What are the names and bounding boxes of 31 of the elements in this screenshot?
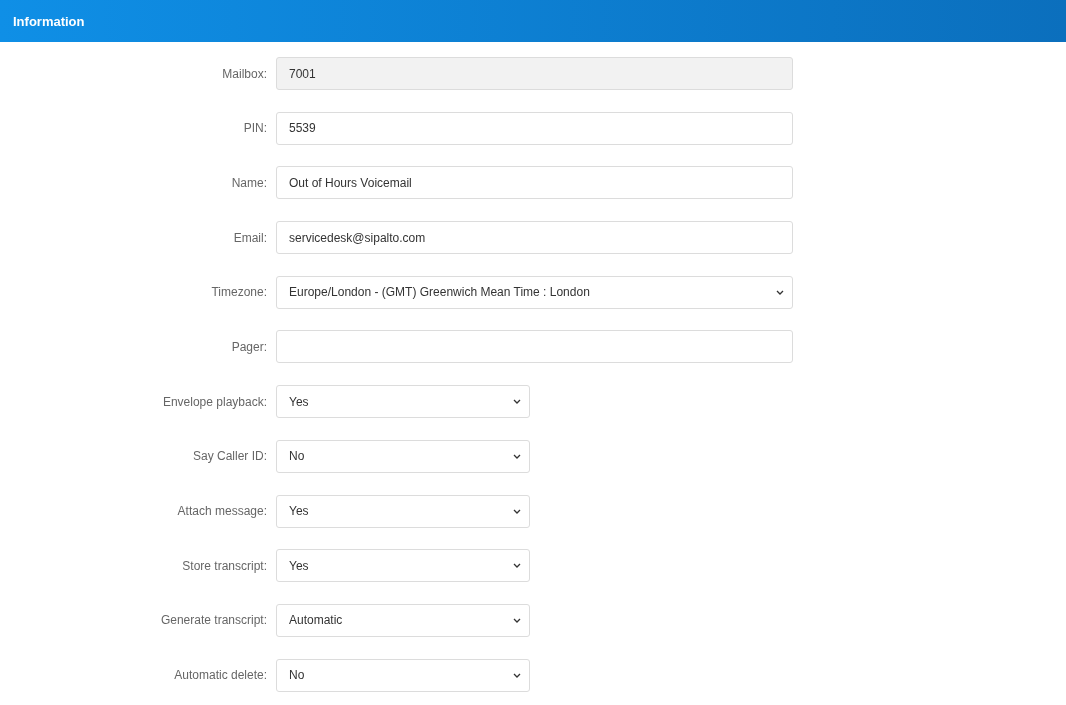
dropdown[interactable]: No	[276, 658, 530, 692]
field-label: Email:	[232, 230, 267, 245]
chevron-down-icon	[513, 563, 521, 569]
field-label: Name:	[230, 175, 267, 190]
chevron-down-icon	[513, 453, 521, 459]
dropdown[interactable]: Yes	[276, 494, 530, 528]
field-label: Timezone:	[210, 285, 267, 300]
chevron-down-icon	[513, 672, 521, 678]
field-label: Generate transcript:	[159, 613, 267, 628]
text-field[interactable]: Out of Hours Voicemail	[276, 166, 793, 200]
chevron-down-icon	[513, 508, 521, 514]
text-field[interactable]: 5539	[276, 111, 793, 145]
field-label: Mailbox:	[221, 66, 267, 81]
dropdown[interactable]: Yes	[276, 385, 530, 419]
chevron-down-icon	[513, 399, 521, 405]
dropdown[interactable]: Yes	[276, 549, 530, 583]
chevron-down-icon	[776, 289, 784, 295]
dropdown[interactable]: Europe/London - (GMT) Greenwich Mean Time : London	[276, 275, 793, 309]
field-label: PIN:	[242, 121, 267, 136]
text-field[interactable]: servicedesk@sipalto.com	[276, 221, 793, 255]
dropdown[interactable]: Automatic	[276, 603, 530, 637]
chevron-down-icon	[513, 617, 521, 623]
dropdown[interactable]: No	[276, 439, 530, 473]
field-label: Say Caller ID:	[191, 449, 267, 464]
text-field[interactable]	[276, 330, 793, 364]
header-title: Information	[13, 13, 85, 29]
field-label: Store transcript:	[181, 558, 267, 573]
field-label: Envelope playback:	[161, 394, 267, 409]
field-label: Automatic delete:	[173, 668, 267, 683]
field-label: Pager:	[230, 339, 267, 354]
field-label: Attach message:	[176, 504, 267, 518]
